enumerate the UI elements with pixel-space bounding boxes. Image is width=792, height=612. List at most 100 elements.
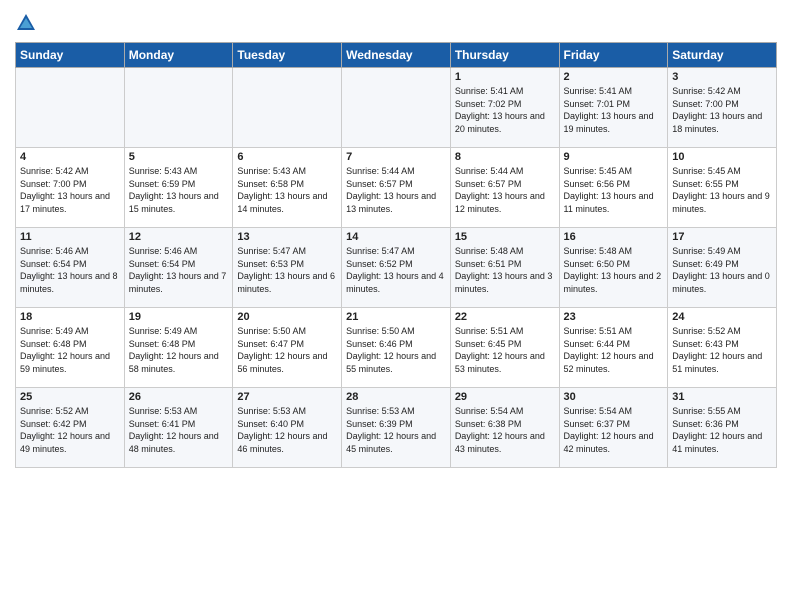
calendar-cell: 20 Sunrise: 5:50 AMSunset: 6:47 PMDaylig…: [233, 308, 342, 388]
week-row-5: 25 Sunrise: 5:52 AMSunset: 6:42 PMDaylig…: [16, 388, 777, 468]
day-info: Sunrise: 5:42 AMSunset: 7:00 PMDaylight:…: [20, 165, 120, 215]
calendar-cell: 7 Sunrise: 5:44 AMSunset: 6:57 PMDayligh…: [342, 148, 451, 228]
day-number: 29: [455, 391, 555, 403]
day-number: 8: [455, 151, 555, 163]
day-number: 20: [237, 311, 337, 323]
day-info: Sunrise: 5:50 AMSunset: 6:46 PMDaylight:…: [346, 325, 446, 375]
weekday-header-monday: Monday: [124, 43, 233, 68]
day-number: 11: [20, 231, 120, 243]
calendar-cell: 12 Sunrise: 5:46 AMSunset: 6:54 PMDaylig…: [124, 228, 233, 308]
calendar-table: SundayMondayTuesdayWednesdayThursdayFrid…: [15, 42, 777, 468]
day-number: 3: [672, 71, 772, 83]
week-row-1: 1 Sunrise: 5:41 AMSunset: 7:02 PMDayligh…: [16, 68, 777, 148]
day-info: Sunrise: 5:51 AMSunset: 6:45 PMDaylight:…: [455, 325, 555, 375]
day-info: Sunrise: 5:43 AMSunset: 6:58 PMDaylight:…: [237, 165, 337, 215]
day-number: 12: [129, 231, 229, 243]
weekday-header-sunday: Sunday: [16, 43, 125, 68]
day-info: Sunrise: 5:50 AMSunset: 6:47 PMDaylight:…: [237, 325, 337, 375]
day-number: 25: [20, 391, 120, 403]
weekday-header-row: SundayMondayTuesdayWednesdayThursdayFrid…: [16, 43, 777, 68]
day-number: 30: [564, 391, 664, 403]
calendar-cell: 13 Sunrise: 5:47 AMSunset: 6:53 PMDaylig…: [233, 228, 342, 308]
week-row-2: 4 Sunrise: 5:42 AMSunset: 7:00 PMDayligh…: [16, 148, 777, 228]
day-number: 24: [672, 311, 772, 323]
day-info: Sunrise: 5:53 AMSunset: 6:41 PMDaylight:…: [129, 405, 229, 455]
calendar-cell: 25 Sunrise: 5:52 AMSunset: 6:42 PMDaylig…: [16, 388, 125, 468]
day-info: Sunrise: 5:48 AMSunset: 6:50 PMDaylight:…: [564, 245, 664, 295]
day-info: Sunrise: 5:47 AMSunset: 6:52 PMDaylight:…: [346, 245, 446, 295]
day-info: Sunrise: 5:49 AMSunset: 6:48 PMDaylight:…: [129, 325, 229, 375]
weekday-header-thursday: Thursday: [450, 43, 559, 68]
calendar-cell: 15 Sunrise: 5:48 AMSunset: 6:51 PMDaylig…: [450, 228, 559, 308]
day-number: 28: [346, 391, 446, 403]
day-number: 18: [20, 311, 120, 323]
day-number: 19: [129, 311, 229, 323]
calendar-cell: 2 Sunrise: 5:41 AMSunset: 7:01 PMDayligh…: [559, 68, 668, 148]
day-number: 15: [455, 231, 555, 243]
day-number: 21: [346, 311, 446, 323]
day-info: Sunrise: 5:45 AMSunset: 6:55 PMDaylight:…: [672, 165, 772, 215]
calendar-cell: 31 Sunrise: 5:55 AMSunset: 6:36 PMDaylig…: [668, 388, 777, 468]
day-number: 4: [20, 151, 120, 163]
day-number: 5: [129, 151, 229, 163]
day-info: Sunrise: 5:46 AMSunset: 6:54 PMDaylight:…: [20, 245, 120, 295]
day-number: 23: [564, 311, 664, 323]
weekday-header-wednesday: Wednesday: [342, 43, 451, 68]
calendar-cell: 14 Sunrise: 5:47 AMSunset: 6:52 PMDaylig…: [342, 228, 451, 308]
day-info: Sunrise: 5:55 AMSunset: 6:36 PMDaylight:…: [672, 405, 772, 455]
day-info: Sunrise: 5:48 AMSunset: 6:51 PMDaylight:…: [455, 245, 555, 295]
day-number: 26: [129, 391, 229, 403]
week-row-3: 11 Sunrise: 5:46 AMSunset: 6:54 PMDaylig…: [16, 228, 777, 308]
calendar-cell: 11 Sunrise: 5:46 AMSunset: 6:54 PMDaylig…: [16, 228, 125, 308]
day-info: Sunrise: 5:54 AMSunset: 6:37 PMDaylight:…: [564, 405, 664, 455]
day-info: Sunrise: 5:41 AMSunset: 7:01 PMDaylight:…: [564, 85, 664, 135]
calendar-cell: [233, 68, 342, 148]
day-info: Sunrise: 5:41 AMSunset: 7:02 PMDaylight:…: [455, 85, 555, 135]
day-info: Sunrise: 5:45 AMSunset: 6:56 PMDaylight:…: [564, 165, 664, 215]
day-number: 1: [455, 71, 555, 83]
day-number: 13: [237, 231, 337, 243]
calendar-cell: [124, 68, 233, 148]
calendar-cell: 30 Sunrise: 5:54 AMSunset: 6:37 PMDaylig…: [559, 388, 668, 468]
calendar-cell: 16 Sunrise: 5:48 AMSunset: 6:50 PMDaylig…: [559, 228, 668, 308]
day-info: Sunrise: 5:47 AMSunset: 6:53 PMDaylight:…: [237, 245, 337, 295]
calendar-cell: 18 Sunrise: 5:49 AMSunset: 6:48 PMDaylig…: [16, 308, 125, 388]
calendar-cell: 5 Sunrise: 5:43 AMSunset: 6:59 PMDayligh…: [124, 148, 233, 228]
day-info: Sunrise: 5:51 AMSunset: 6:44 PMDaylight:…: [564, 325, 664, 375]
day-number: 16: [564, 231, 664, 243]
day-info: Sunrise: 5:53 AMSunset: 6:40 PMDaylight:…: [237, 405, 337, 455]
day-number: 31: [672, 391, 772, 403]
day-number: 10: [672, 151, 772, 163]
day-info: Sunrise: 5:52 AMSunset: 6:43 PMDaylight:…: [672, 325, 772, 375]
day-number: 22: [455, 311, 555, 323]
day-info: Sunrise: 5:49 AMSunset: 6:48 PMDaylight:…: [20, 325, 120, 375]
day-number: 14: [346, 231, 446, 243]
calendar-cell: 24 Sunrise: 5:52 AMSunset: 6:43 PMDaylig…: [668, 308, 777, 388]
header: [15, 10, 777, 34]
calendar-cell: 9 Sunrise: 5:45 AMSunset: 6:56 PMDayligh…: [559, 148, 668, 228]
calendar-cell: 8 Sunrise: 5:44 AMSunset: 6:57 PMDayligh…: [450, 148, 559, 228]
day-number: 7: [346, 151, 446, 163]
calendar-cell: 4 Sunrise: 5:42 AMSunset: 7:00 PMDayligh…: [16, 148, 125, 228]
weekday-header-tuesday: Tuesday: [233, 43, 342, 68]
day-info: Sunrise: 5:44 AMSunset: 6:57 PMDaylight:…: [346, 165, 446, 215]
calendar-cell: 19 Sunrise: 5:49 AMSunset: 6:48 PMDaylig…: [124, 308, 233, 388]
day-number: 6: [237, 151, 337, 163]
calendar-cell: [342, 68, 451, 148]
calendar-cell: 21 Sunrise: 5:50 AMSunset: 6:46 PMDaylig…: [342, 308, 451, 388]
logo-icon: [15, 12, 37, 34]
calendar-cell: 6 Sunrise: 5:43 AMSunset: 6:58 PMDayligh…: [233, 148, 342, 228]
calendar-cell: 26 Sunrise: 5:53 AMSunset: 6:41 PMDaylig…: [124, 388, 233, 468]
page-container: SundayMondayTuesdayWednesdayThursdayFrid…: [0, 0, 792, 473]
calendar-cell: 10 Sunrise: 5:45 AMSunset: 6:55 PMDaylig…: [668, 148, 777, 228]
day-info: Sunrise: 5:43 AMSunset: 6:59 PMDaylight:…: [129, 165, 229, 215]
weekday-header-friday: Friday: [559, 43, 668, 68]
day-info: Sunrise: 5:44 AMSunset: 6:57 PMDaylight:…: [455, 165, 555, 215]
day-number: 27: [237, 391, 337, 403]
week-row-4: 18 Sunrise: 5:49 AMSunset: 6:48 PMDaylig…: [16, 308, 777, 388]
day-info: Sunrise: 5:46 AMSunset: 6:54 PMDaylight:…: [129, 245, 229, 295]
day-info: Sunrise: 5:52 AMSunset: 6:42 PMDaylight:…: [20, 405, 120, 455]
calendar-cell: 3 Sunrise: 5:42 AMSunset: 7:00 PMDayligh…: [668, 68, 777, 148]
weekday-header-saturday: Saturday: [668, 43, 777, 68]
calendar-cell: 22 Sunrise: 5:51 AMSunset: 6:45 PMDaylig…: [450, 308, 559, 388]
